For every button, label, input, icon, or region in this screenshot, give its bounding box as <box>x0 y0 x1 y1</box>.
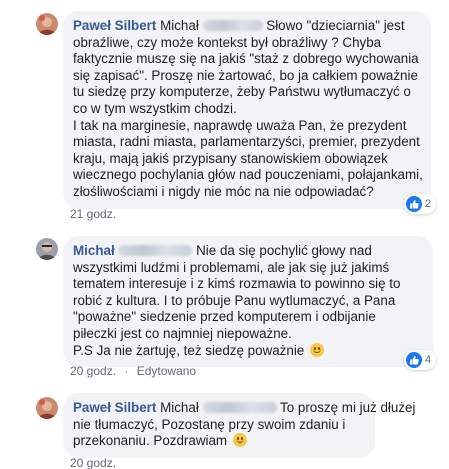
mentioned-user[interactable]: Michał <box>160 18 199 33</box>
comment-time[interactable]: 21 godz. <box>70 207 116 221</box>
comment-author[interactable]: Paweł Silbert <box>73 18 156 33</box>
mentioned-user[interactable]: Michał <box>160 400 199 415</box>
comment-text: obraźliwe, czy może kontekst był obraźli… <box>73 34 382 50</box>
comment-text: miasta, radni miasta, parlamentarzyści, … <box>73 134 420 150</box>
comment-bubble: Paweł Silbert Michał Słowo "dzieciarnia"… <box>63 11 431 209</box>
comment-text: tu siedzę przy komputerze, żeby Państwu … <box>73 84 411 100</box>
reaction-count: 2 <box>425 198 432 210</box>
comment-text: To proszę mi już dłużej <box>280 400 416 415</box>
comment-text: P.S Ja nie żartuję, też siedzę poważnie <box>73 342 305 358</box>
comment-time[interactable]: 20 godz. <box>70 456 116 469</box>
comment-meta: 20 godz. <box>70 456 116 469</box>
comment-thread: Paweł Silbert Michał Słowo "dzieciarnia"… <box>0 0 449 469</box>
comment-author[interactable]: Paweł Silbert <box>73 400 156 415</box>
smile-emoji-icon <box>309 342 324 357</box>
reaction-count: 4 <box>425 354 432 366</box>
blurred-surname <box>202 20 263 31</box>
comment-text: co w tym wszystkim chodzi. <box>73 100 237 116</box>
comment-text: kraju, mają jakiś przypisany stanowiskie… <box>73 150 388 166</box>
meta-separator: · <box>124 364 129 378</box>
comment-author[interactable]: Michał <box>73 243 115 258</box>
smile-emoji-icon <box>232 433 247 448</box>
comment-bubble: Michał Nie da się pochylić głowy nad wsz… <box>63 236 433 368</box>
comment-text: Nie da się pochylić głowy nad <box>196 243 372 258</box>
comment-text: "poważne" siedzenie przed komputerem i o… <box>73 309 376 325</box>
comment-meta: 21 godz. <box>70 207 116 221</box>
like-icon <box>406 352 422 368</box>
comment-bubble: Paweł Silbert Michał To proszę mi już dł… <box>63 393 415 458</box>
comment-text: wiecznego pochylania głów nad pouczeniam… <box>73 167 423 183</box>
blurred-surname <box>118 245 193 256</box>
comment-text: przekonaniu. Pozdrawiam <box>73 433 228 449</box>
comment-text: Słowo "dzieciarnia" jest <box>266 18 405 33</box>
comment-meta: 20 godz. · Edytowano <box>70 364 196 378</box>
edited-label[interactable]: Edytowano <box>137 364 196 378</box>
avatar[interactable] <box>36 397 58 419</box>
comment-text: złośliwościami i nigdy nie móc na nie od… <box>73 183 374 199</box>
comment-text: tematem interesuje i z kimś rozmawia to … <box>73 276 401 292</box>
reaction-summary[interactable]: 4 <box>404 350 437 370</box>
comment-text: robić z kultura. I to próbuje Panu wytlu… <box>73 292 396 308</box>
reaction-summary[interactable]: 2 <box>404 194 437 214</box>
avatar[interactable] <box>36 238 58 260</box>
comment-text: wszystkimi ludźmi i problemami, ale jak … <box>73 259 390 275</box>
blurred-surname <box>202 402 277 413</box>
avatar[interactable] <box>36 13 58 35</box>
like-icon <box>406 196 422 212</box>
comment-text: się zapisać". Proszę nie żartować, bo ja… <box>73 67 418 83</box>
comment-text: I tak na marginesie, naprawdę uważa Pan,… <box>73 117 407 133</box>
comment-time[interactable]: 20 godz. <box>70 364 116 378</box>
comment-text: faktycznie muszę się na jakiś "staż z do… <box>73 51 419 67</box>
comment-text: piłeczki jest co najmniej niepoważne. <box>73 325 292 341</box>
comment-text: nie tłumaczyć, Pozostanę przy swoim zdan… <box>73 416 346 432</box>
